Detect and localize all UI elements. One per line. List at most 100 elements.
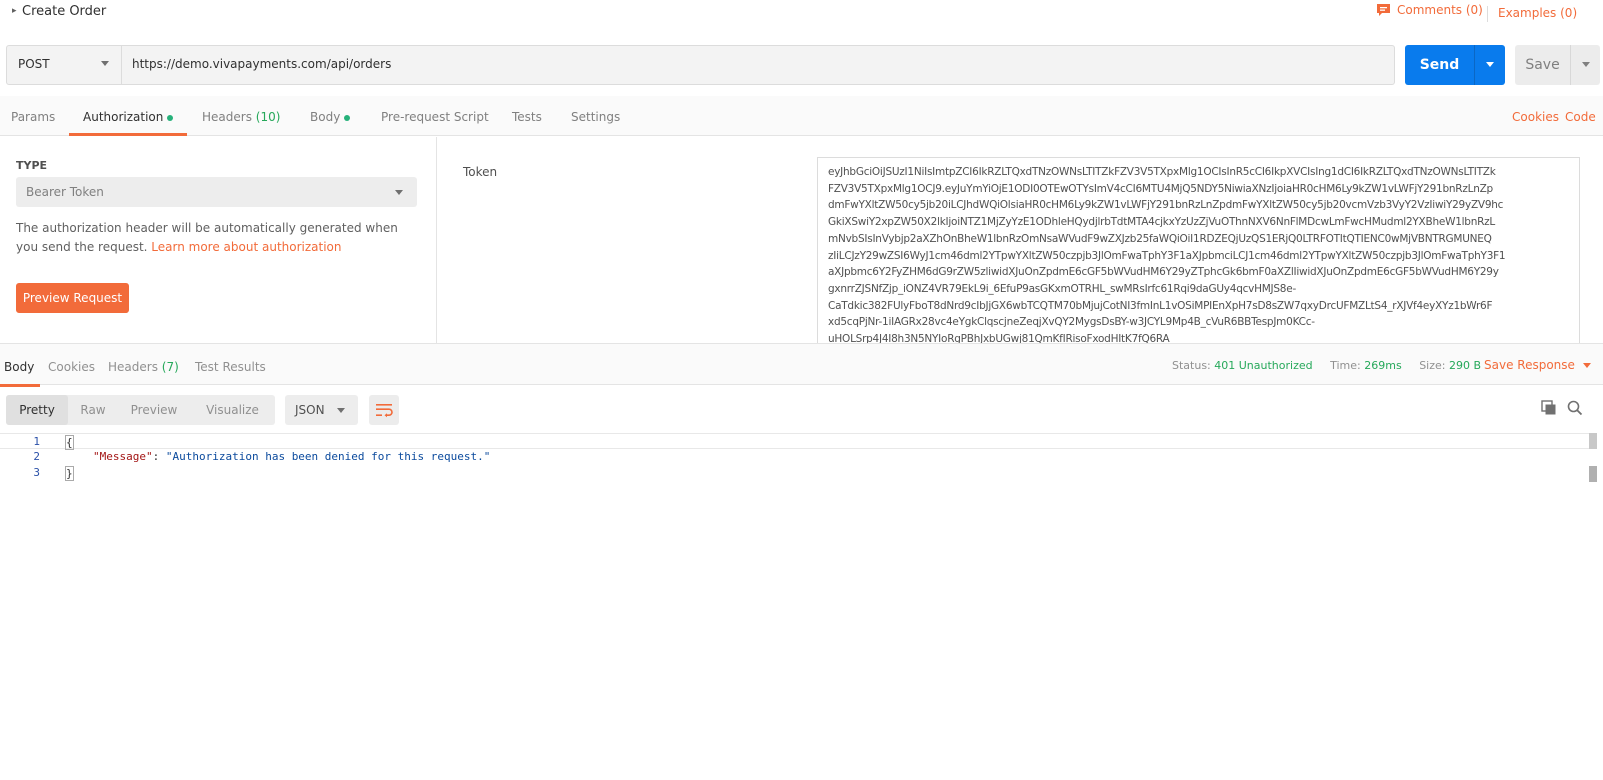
token-input[interactable]: eyJhbGciOiJSUzI1NiIsImtpZCI6IkRZLTQxdTNz… [817,157,1580,356]
token-label: Token [463,165,498,179]
tab-label: Headers [202,110,252,124]
request-tabs: Params Authorization Headers (10) Body P… [0,96,1603,136]
tab-body[interactable]: Body [310,110,351,124]
view-pretty-button[interactable]: Pretty [6,395,68,425]
chevron-down-icon [101,61,109,66]
method-label: POST [18,57,50,71]
tab-label: Pre-request Script [381,110,489,124]
tab-response-headers[interactable]: Headers (7) [108,360,179,374]
auth-type-select[interactable]: Bearer Token [16,177,417,207]
json-key: "Message" [93,450,153,463]
examples-link[interactable]: Examples (0) [1498,6,1577,20]
auth-type-panel: TYPE Bearer Token The authorization head… [0,137,437,343]
learn-more-link[interactable]: Learn more about authorization [151,240,341,254]
status-label: Status: [1172,359,1211,372]
method-select[interactable]: POST [7,46,122,84]
tab-count: (10) [255,110,281,124]
token-text-line: GkiXSwiY2xpZW50X2lkIjoiNTZ1MjZyYzE1ODhle… [828,216,1496,229]
request-title[interactable]: Create Order [22,4,106,19]
comments-link[interactable]: Comments (0) [1376,3,1483,17]
code-line: 3 } [0,466,1590,482]
scrollbar-thumb[interactable] [1589,466,1597,482]
size-value[interactable]: 290 B [1449,359,1481,372]
tab-authorization[interactable]: Authorization [83,110,174,124]
json-separator: : [152,450,166,463]
comment-icon [1377,4,1390,16]
tab-settings[interactable]: Settings [571,110,620,124]
tab-label: Headers [108,360,158,374]
code-text: } [65,466,74,481]
tab-test-results[interactable]: Test Results [195,360,266,374]
view-raw-button[interactable]: Raw [68,395,118,425]
tab-label: Authorization [83,110,164,124]
response-body-editor[interactable]: 1 { 2 "Message": "Authorization has been… [0,433,1603,780]
scrollbar-marker[interactable] [1589,433,1597,449]
token-text-line: eyJhbGciOiJSUzI1NiIsImtpZCI6IkRZLTQxdTNz… [828,166,1496,178]
code-link[interactable]: Code [1565,110,1596,124]
copy-glyph-icon [1541,400,1556,415]
wrap-lines-button[interactable] [369,395,399,425]
auth-type-value: Bearer Token [26,185,104,199]
json-value: "Authorization has been denied for this … [165,450,491,463]
collapse-caret-icon[interactable]: ▸ [12,6,17,16]
view-preview-button[interactable]: Preview [118,395,190,425]
modified-dot-icon [167,114,174,121]
token-text-line: FZV3V5TXpxMlg1OCJ9.eyJuYmYiOjE1ODI0OTEwO… [828,182,1493,195]
tab-params[interactable]: Params [11,110,55,124]
magnifier-icon [1567,400,1583,416]
active-tab-indicator [0,384,40,387]
tab-response-cookies[interactable]: Cookies [48,360,95,374]
token-text-line: dmFwYXltZW50cy5jb20iLCJhdWQiOlsiaHR0cHM6… [828,199,1504,212]
token-text-line: xd5cqPjNr-1iIAGRx28vc4eYgkClqscjneZeqjXv… [828,316,1315,329]
tab-label: Body [310,110,341,124]
comments-label: Comments (0) [1397,3,1483,17]
line-number: 2 [33,450,40,463]
tab-count: (7) [161,360,179,374]
url-input[interactable]: https://demo.vivapayments.com/api/orders [132,57,1372,71]
wrap-lines-icon [376,404,393,418]
tab-pre-request-script[interactable]: Pre-request Script [381,110,489,124]
save-options-button[interactable] [1570,45,1600,85]
token-text-line: CaTdkic382FUlyFboT8dNrd9cIbJjGX6wbTCQTM7… [828,299,1493,312]
modified-dot-icon [344,114,351,121]
code-text: "Message": "Authorization has been denie… [93,450,490,463]
format-value: JSON [295,403,325,417]
code-line: 2 "Message": "Authorization has been den… [0,450,1590,466]
auth-description: The authorization header will be automat… [16,219,401,257]
token-text-line: gxnrrZJSNfZjp_iONZ4VR79EkL9i_6EfuP9asGKx… [828,282,1296,295]
type-label: TYPE [16,159,48,172]
code-line: 1 { [0,433,1590,450]
send-options-button[interactable] [1474,45,1505,85]
send-button[interactable]: Send [1405,45,1474,85]
tab-response-body[interactable]: Body [4,360,34,374]
status-value[interactable]: 401 Unauthorized [1214,359,1312,372]
save-button[interactable]: Save [1515,45,1570,85]
tab-tests[interactable]: Tests [512,110,542,124]
preview-request-button[interactable]: Preview Request [16,283,129,313]
time-value[interactable]: 269ms [1364,359,1401,372]
chevron-down-icon [337,408,345,413]
code-text: { [65,435,74,450]
search-icon[interactable] [1567,400,1583,419]
token-text-line: zIiLCJzY29wZSI6WyJ1cm46dml2YTpwYXltZW50c… [828,249,1506,262]
view-mode-group: Pretty Raw Preview Visualize [6,395,275,425]
title-bar: ▸ Create Order Comments (0) Examples (0) [0,0,1603,30]
save-response-button[interactable]: Save Response [1484,358,1591,372]
token-text-line: mNvbSIsInVybjp2aXZhOnBheW1lbnRzOmNsaWVud… [828,232,1492,245]
line-number: 3 [33,466,40,479]
format-select[interactable]: JSON [285,395,358,425]
cookies-link[interactable]: Cookies [1512,110,1559,124]
chevron-down-icon [395,190,403,195]
active-tab-indicator [69,133,187,136]
divider [1487,6,1488,22]
copy-icon[interactable] [1541,400,1557,419]
time-label: Time: [1330,359,1361,372]
url-bar: POST https://demo.vivapayments.com/api/o… [6,45,1395,85]
token-text-line: aXJpbmc6Y2FyZHM6dG9rZW5zliwidXJuOnZpdmE6… [828,266,1499,279]
line-number: 1 [33,435,40,448]
tab-label: Settings [571,110,621,124]
view-visualize-button[interactable]: Visualize [190,395,275,425]
tab-headers[interactable]: Headers (10) [202,110,280,124]
size-label: Size: [1419,359,1446,372]
tab-label: Tests [512,110,542,124]
